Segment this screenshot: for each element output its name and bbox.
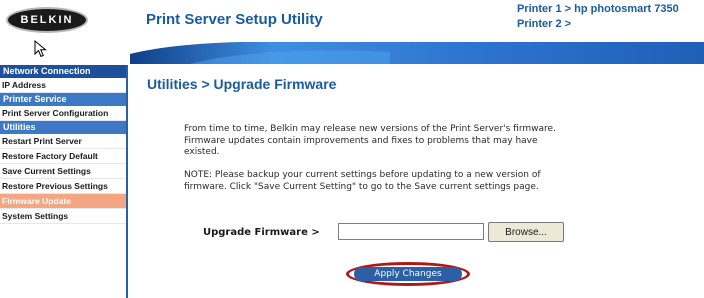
sidebar-item-system-settings[interactable]: System Settings — [0, 209, 126, 224]
apply-changes-button[interactable]: Apply Changes — [354, 267, 462, 281]
brand-text: BELKIN — [20, 14, 74, 26]
header: BELKIN Print Server Setup Utility Printe… — [0, 0, 704, 42]
belkin-logo: BELKIN — [6, 7, 88, 33]
sidebar-item-factory-default[interactable]: Restore Factory Default — [0, 149, 126, 164]
backup-note: NOTE: Please backup your current setting… — [184, 170, 541, 192]
header-banner — [130, 42, 704, 64]
printer-links: Printer 1 > hp photosmart 7350 Printer 2… — [517, 2, 679, 32]
sidebar-item-firmware-update[interactable]: Firmware Update — [0, 194, 126, 209]
printer-1-link[interactable]: Printer 1 > hp photosmart 7350 — [517, 2, 679, 17]
sidebar-heading-printer-service: Printer Service — [0, 93, 126, 106]
sidebar-heading-utilities: Utilities — [0, 121, 126, 134]
app-title: Print Server Setup Utility — [146, 11, 323, 28]
sidebar-nav: Network Connection IP Address Printer Se… — [0, 65, 128, 298]
sidebar-heading-network: Network Connection — [0, 65, 126, 78]
browse-button[interactable]: Browse... — [488, 222, 564, 242]
sidebar-item-restart[interactable]: Restart Print Server — [0, 134, 126, 149]
printer-2-link[interactable]: Printer 2 > — [517, 17, 679, 32]
firmware-description: From time to time, Belkin may release ne… — [184, 124, 556, 157]
firmware-file-input[interactable] — [338, 223, 484, 240]
arrow-cursor-icon — [34, 40, 47, 58]
sidebar-item-save-settings[interactable]: Save Current Settings — [0, 164, 126, 179]
sidebar-item-restore-previous[interactable]: Restore Previous Settings — [0, 179, 126, 194]
sidebar-item-ip-address[interactable]: IP Address — [0, 78, 126, 93]
upgrade-firmware-label: Upgrade Firmware > — [203, 227, 320, 238]
sidebar-item-print-server-config[interactable]: Print Server Configuration — [0, 106, 126, 121]
page-title: Utilities > Upgrade Firmware — [147, 76, 337, 92]
